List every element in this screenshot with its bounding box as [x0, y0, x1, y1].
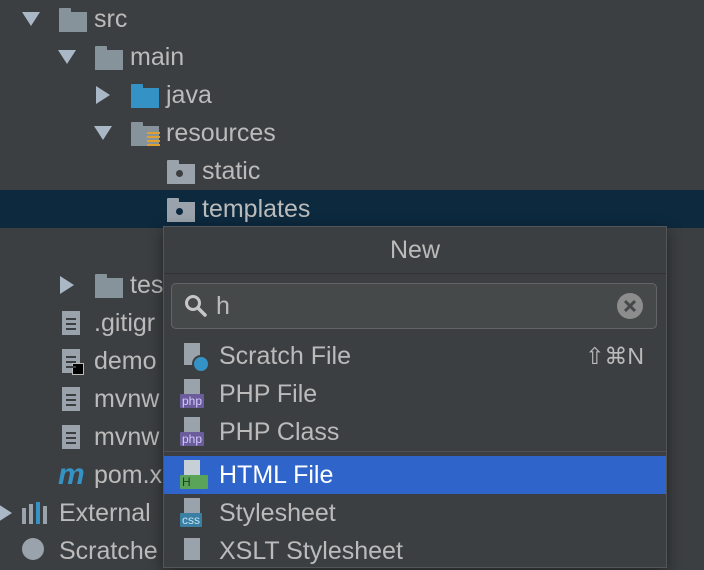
tree-label-pom: pom.x	[94, 461, 163, 489]
popup-title: New	[164, 227, 666, 274]
menu-item-label: XSLT Stylesheet	[219, 537, 403, 565]
expand-arrow-icon[interactable]	[94, 126, 112, 140]
folder-icon	[167, 160, 195, 184]
menu-item-label: Stylesheet	[219, 499, 336, 527]
tree-label-demo: demo	[94, 347, 157, 375]
scratch-file-icon	[182, 343, 210, 373]
folder-icon	[95, 274, 123, 298]
tree-label-scratches: Scratche	[59, 537, 158, 565]
css-file-icon: css	[180, 498, 212, 528]
tree-label-gitignore: .gitigr	[94, 309, 156, 337]
tree-label-test: tes	[130, 271, 164, 299]
php-class-icon: php	[180, 417, 212, 447]
tree-row-resources[interactable]: resources	[0, 114, 704, 152]
tree-label-external: External	[59, 499, 151, 527]
text-file-icon	[62, 387, 80, 411]
tree-row-static[interactable]: static	[0, 152, 704, 190]
tree-label-java: java	[166, 81, 212, 109]
php-file-icon: php	[180, 379, 212, 409]
search-input[interactable]	[216, 284, 606, 328]
tree-label-resources: resources	[166, 119, 276, 147]
html-file-icon: H	[180, 460, 212, 490]
tree-label-static: static	[202, 157, 261, 185]
menu-item-xslt-stylesheet[interactable]: XSLT Stylesheet	[164, 532, 666, 570]
source-folder-icon	[131, 84, 159, 108]
tree-row-templates[interactable]: templates	[0, 190, 704, 228]
file-icon	[62, 349, 84, 375]
folder-icon	[167, 198, 195, 222]
tree-label-mvnw-cmd: mvnw	[94, 423, 160, 451]
collapse-arrow-icon[interactable]	[60, 276, 74, 294]
folder-icon	[59, 8, 87, 32]
tree-label-templates: templates	[202, 195, 311, 223]
menu-item-label: PHP File	[219, 380, 318, 408]
xslt-file-icon	[180, 538, 204, 564]
text-file-icon	[62, 425, 80, 449]
menu-item-label: Scratch File	[219, 342, 351, 370]
search-icon	[185, 295, 207, 317]
tree-row-src[interactable]: src	[0, 0, 704, 38]
collapse-arrow-icon[interactable]	[96, 86, 110, 104]
text-file-icon	[62, 311, 80, 335]
menu-item-stylesheet[interactable]: css Stylesheet	[164, 494, 666, 532]
tree-label-main: main	[130, 43, 185, 71]
expand-arrow-icon[interactable]	[22, 12, 40, 26]
menu-item-label: PHP Class	[219, 418, 340, 446]
clear-search-icon[interactable]	[616, 292, 644, 320]
tree-label-src: src	[94, 5, 128, 33]
tree-label-mvnw: mvnw	[94, 385, 160, 413]
new-file-popup: New Scratch File ⇧⌘N php PHP File php	[163, 226, 667, 568]
tree-row-java[interactable]: java	[0, 76, 704, 114]
tree-row-main[interactable]: main	[0, 38, 704, 76]
search-box[interactable]	[171, 283, 657, 329]
menu-item-html-file[interactable]: H HTML File	[164, 456, 666, 494]
expand-arrow-icon[interactable]	[58, 50, 76, 64]
resources-folder-icon	[131, 122, 160, 146]
collapse-arrow-icon[interactable]	[0, 504, 12, 522]
folder-icon	[95, 46, 123, 70]
scratches-icon	[22, 538, 44, 560]
menu-separator	[164, 451, 666, 452]
maven-icon: m	[58, 458, 85, 491]
library-icon	[22, 502, 50, 524]
menu-item-php-file[interactable]: php PHP File	[164, 375, 666, 413]
shortcut-label: ⇧⌘N	[585, 343, 644, 369]
menu-item-php-class[interactable]: php PHP Class	[164, 413, 666, 451]
menu-item-label: HTML File	[219, 461, 334, 489]
menu-item-scratch-file[interactable]: Scratch File ⇧⌘N	[164, 337, 666, 375]
